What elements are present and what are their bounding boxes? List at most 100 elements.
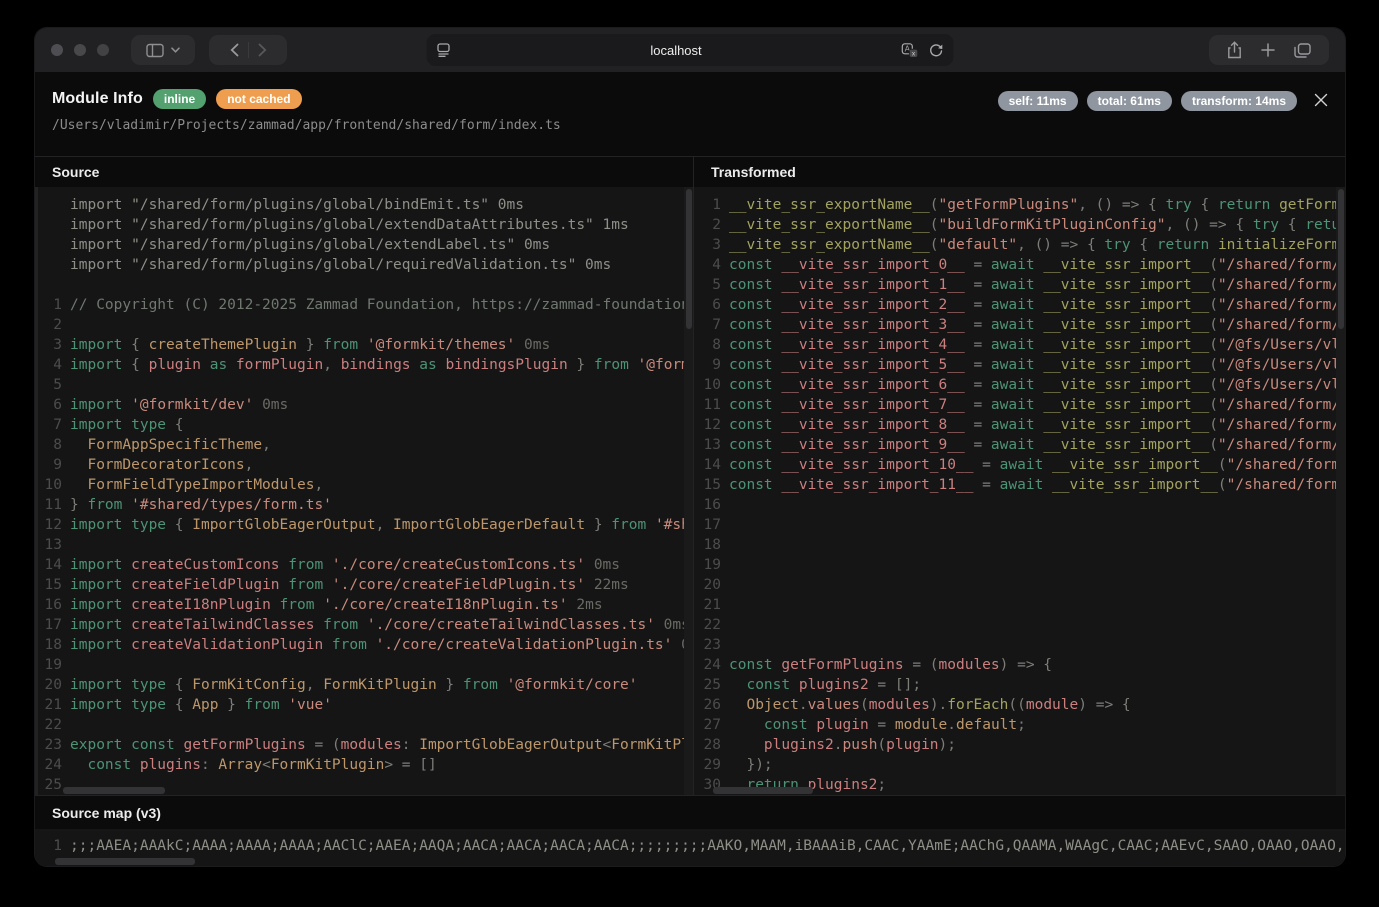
line-number: 13 xyxy=(694,435,721,455)
line-number: 21 xyxy=(35,695,62,715)
close-button[interactable] xyxy=(1310,89,1332,111)
line-number: 19 xyxy=(694,555,721,575)
code-line: 24const getFormPlugins = (modules) => { xyxy=(694,655,1345,675)
sourcemap-hscrollbar-thumb[interactable] xyxy=(55,858,195,865)
line-number: 20 xyxy=(35,675,62,695)
line-number: 24 xyxy=(35,755,62,775)
transformed-pane-title: Transformed xyxy=(694,157,1345,187)
minimize-window-button[interactable] xyxy=(74,44,86,56)
url-text: localhost xyxy=(451,43,902,58)
line-number xyxy=(35,235,62,255)
source-code: import "/shared/form/plugins/global/bind… xyxy=(35,195,693,795)
code-line: import "/shared/form/plugins/global/requ… xyxy=(35,255,693,275)
line-number: 3 xyxy=(694,235,721,255)
line-number: 21 xyxy=(694,595,721,615)
forward-icon[interactable] xyxy=(258,43,267,57)
close-icon xyxy=(1313,92,1329,108)
zoom-window-button[interactable] xyxy=(97,44,109,56)
address-bar[interactable]: localhost A x xyxy=(427,34,954,66)
line-number: 18 xyxy=(35,635,62,655)
back-icon[interactable] xyxy=(230,43,239,57)
code-line: import "/shared/form/plugins/global/exte… xyxy=(35,235,693,255)
source-left-edge xyxy=(35,187,38,795)
code-line: 1// Copyright (C) 2012-2025 Zammad Found… xyxy=(35,295,693,315)
line-number: 2 xyxy=(694,215,721,235)
line-number: 10 xyxy=(694,375,721,395)
line-number: 25 xyxy=(35,775,62,795)
line-number: 25 xyxy=(694,675,721,695)
code-line: 6import '@formkit/dev' 0ms xyxy=(35,395,693,415)
transformed-vscrollbar-thumb[interactable] xyxy=(1338,189,1344,329)
code-line: 10const __vite_ssr_import_6__ = await __… xyxy=(694,375,1345,395)
code-line: 15import createFieldPlugin from './core/… xyxy=(35,575,693,595)
line-number: 23 xyxy=(35,735,62,755)
source-vscrollbar-thumb[interactable] xyxy=(686,189,692,329)
line-number: 22 xyxy=(35,715,62,735)
sourcemap-title: Source map (v3) xyxy=(35,795,1345,829)
line-number: 1 xyxy=(694,195,721,215)
code-line: 1__vite_ssr_exportName__("getFormPlugins… xyxy=(694,195,1345,215)
line-number: 1 xyxy=(35,836,62,856)
code-line: 12const __vite_ssr_import_8__ = await __… xyxy=(694,415,1345,435)
code-line: 23 xyxy=(694,635,1345,655)
line-number: 16 xyxy=(694,495,721,515)
line-number: 4 xyxy=(694,255,721,275)
total-time-badge: total: 61ms xyxy=(1087,91,1172,111)
line-number: 23 xyxy=(694,635,721,655)
code-line: 15const __vite_ssr_import_11__ = await _… xyxy=(694,475,1345,495)
code-line: 10 FormFieldTypeImportModules, xyxy=(35,475,693,495)
close-window-button[interactable] xyxy=(51,44,63,56)
line-number: 6 xyxy=(694,295,721,315)
line-number: 18 xyxy=(694,535,721,555)
code-line: 5 xyxy=(35,375,693,395)
transformed-code-editor[interactable]: 1__vite_ssr_exportName__("getFormPlugins… xyxy=(694,187,1345,795)
source-hscrollbar-thumb[interactable] xyxy=(63,787,165,794)
line-number: 15 xyxy=(35,575,62,595)
line-number: 17 xyxy=(35,615,62,635)
line-number: 29 xyxy=(694,755,721,775)
code-line: 21import type { App } from 'vue' xyxy=(35,695,693,715)
transformed-hscrollbar-thumb[interactable] xyxy=(713,787,813,794)
module-info-header: Module Info inline not cached /Users/vla… xyxy=(35,72,1345,156)
line-number: 12 xyxy=(35,515,62,535)
code-line: 2 xyxy=(35,315,693,335)
nav-buttons xyxy=(209,35,287,65)
line-number: 8 xyxy=(35,435,62,455)
code-line: 23export const getFormPlugins = (modules… xyxy=(35,735,693,755)
reader-icon[interactable] xyxy=(437,43,451,57)
new-tab-icon[interactable] xyxy=(1261,43,1275,57)
share-icon[interactable] xyxy=(1227,41,1242,59)
code-line: 21 xyxy=(694,595,1345,615)
line-number: 9 xyxy=(694,355,721,375)
module-inspect-page: Module Info inline not cached /Users/vla… xyxy=(35,72,1345,866)
self-time-badge: self: 11ms xyxy=(998,91,1078,111)
transformed-pane: Transformed 1__vite_ssr_exportName__("ge… xyxy=(694,157,1345,795)
code-line: 5const __vite_ssr_import_1__ = await __v… xyxy=(694,275,1345,295)
line-number: 24 xyxy=(694,655,721,675)
code-panes: Source import "/shared/form/plugins/glob… xyxy=(35,156,1345,795)
browser-window: localhost A x xyxy=(35,28,1345,866)
code-line: 29 }); xyxy=(694,755,1345,775)
sourcemap-editor[interactable]: 1;;;AAEA;AAAkC;AAAA;AAAA;AAAA;AAClC;AAEA… xyxy=(35,829,1345,866)
code-line: 9const __vite_ssr_import_5__ = await __v… xyxy=(694,355,1345,375)
code-line: 20 xyxy=(694,575,1345,595)
code-line: 8 FormAppSpecificTheme, xyxy=(35,435,693,455)
line-number: 14 xyxy=(35,555,62,575)
line-number: 5 xyxy=(694,275,721,295)
code-line: 3import { createThemePlugin } from '@for… xyxy=(35,335,693,355)
code-line: 16 xyxy=(694,495,1345,515)
tab-overview-icon[interactable] xyxy=(1294,43,1311,58)
reload-icon[interactable] xyxy=(929,43,944,58)
traffic-lights xyxy=(51,44,109,56)
timing-metrics: self: 11ms total: 61ms transform: 14ms xyxy=(998,91,1297,111)
line-number: 20 xyxy=(694,575,721,595)
code-line: 13const __vite_ssr_import_9__ = await __… xyxy=(694,435,1345,455)
inline-badge: inline xyxy=(153,89,206,109)
translate-icon[interactable]: A x xyxy=(902,43,919,58)
code-line: import "/shared/form/plugins/global/exte… xyxy=(35,215,693,235)
source-code-editor[interactable]: import "/shared/form/plugins/global/bind… xyxy=(35,187,693,795)
toolbar-right-buttons xyxy=(1209,35,1329,65)
line-number: 2 xyxy=(35,315,62,335)
module-file-path: /Users/vladimir/Projects/zammad/app/fron… xyxy=(52,118,1328,133)
sidebar-toggle-button[interactable] xyxy=(131,35,195,65)
